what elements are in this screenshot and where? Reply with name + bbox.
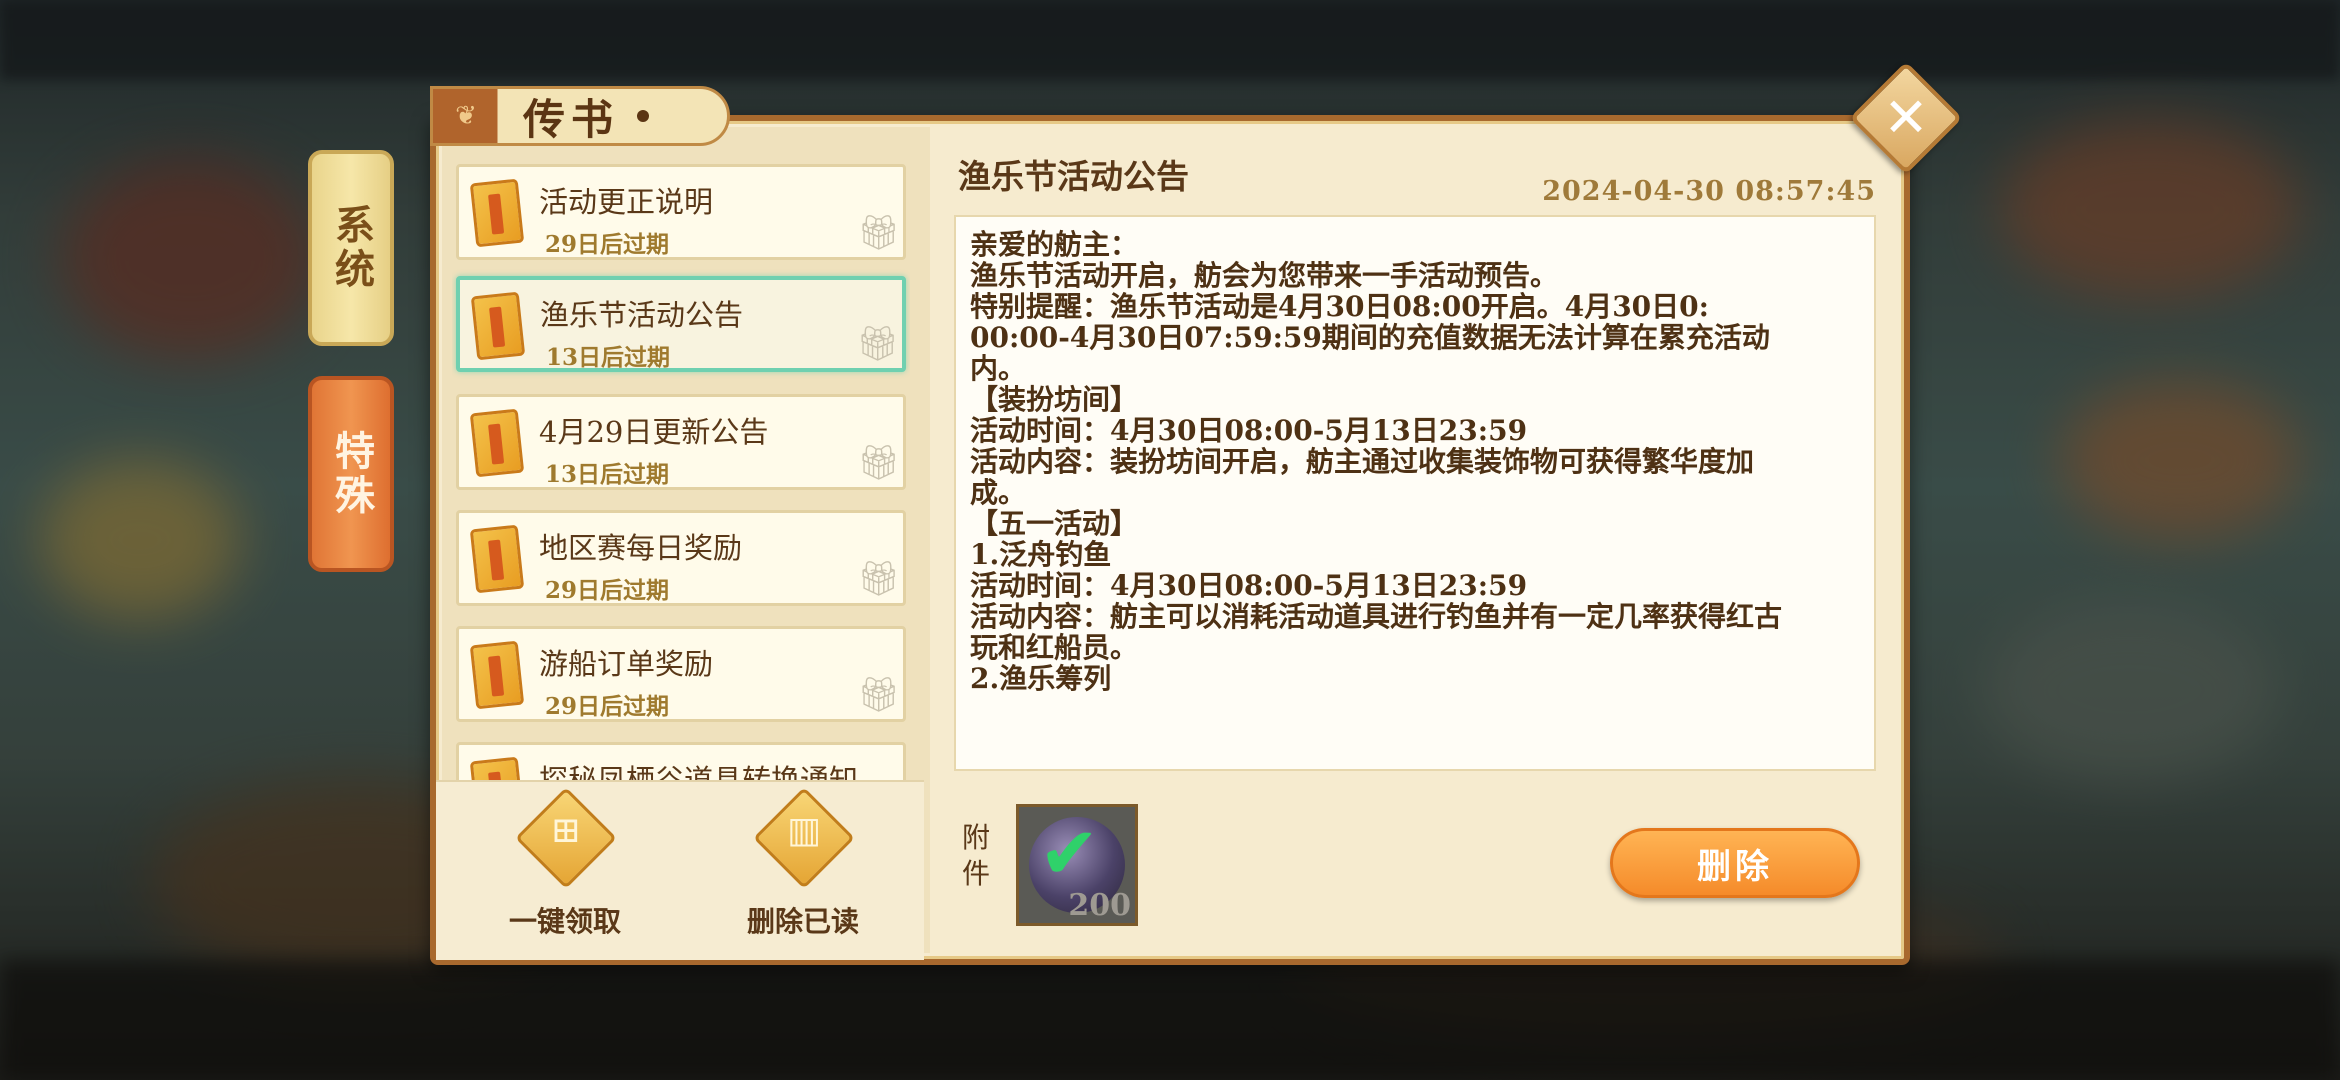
- gift-icon: 🎁︎: [857, 675, 901, 715]
- content-line: 成。: [970, 476, 1027, 509]
- gift-icon: 🎁︎: [857, 443, 901, 483]
- scroll-icon: [470, 291, 526, 361]
- delete-read-button[interactable]: ▥ 删除已读: [718, 787, 888, 942]
- mail-detail-date: 2024-04-30 08:57:45: [1542, 176, 1876, 207]
- content-line: 【五一活动】: [970, 507, 1139, 540]
- check-icon: ✔: [1039, 811, 1100, 895]
- attachment-quantity: 200: [1068, 888, 1131, 923]
- mail-expire: 29日后过期: [545, 577, 670, 604]
- scroll-icon: [469, 408, 525, 478]
- mail-item-5[interactable]: 探秘凤栖谷道具转换通知: [456, 742, 906, 780]
- mail-expire: 29日后过期: [545, 231, 670, 258]
- mail-item-2[interactable]: 4月29日更新公告 13日后过期 🎁︎: [456, 394, 906, 490]
- content-line: 活动内容：装扮坊间开启，舫主通过收集装饰物可获得繁华度加: [970, 445, 1755, 478]
- mail-title: 游船订单奖励: [539, 647, 714, 681]
- scroll-icon: [469, 756, 525, 780]
- mail-list[interactable]: 活动更正说明 29日后过期 🎁︎ 渔乐节活动公告 13日后过期 🎁︎ 4月29日…: [452, 160, 910, 780]
- content-line: 内。: [970, 352, 1027, 385]
- scroll-icon: [469, 640, 525, 710]
- content-line: 特别提醒：渔乐节活动是4月30日08:00开启。4月30日0:: [970, 290, 1709, 323]
- tab-system-label: 系统: [328, 204, 375, 292]
- mail-item-1[interactable]: 渔乐节活动公告 13日后过期 🎁︎: [456, 276, 906, 372]
- tab-special[interactable]: 特殊: [308, 376, 394, 572]
- claim-all-label: 一键领取: [508, 905, 621, 938]
- content-line: 亲爱的舫主：: [970, 228, 1139, 261]
- scroll-icon: [469, 178, 525, 248]
- mail-item-3[interactable]: 地区赛每日奖励 29日后过期 🎁︎: [456, 510, 906, 606]
- scroll-icon: [469, 524, 525, 594]
- close-icon[interactable]: ✕: [1866, 80, 1946, 156]
- tab-system[interactable]: 系统: [308, 150, 394, 346]
- mail-expire: 29日后过期: [545, 693, 670, 720]
- gift-icon: 🎁︎: [856, 324, 900, 364]
- content-line: 活动时间：4月30日08:00-5月13日23:59: [970, 569, 1528, 602]
- maple-leaf-icon: ❦: [455, 101, 477, 131]
- mail-detail-title: 渔乐节活动公告: [958, 157, 1189, 196]
- attachment-item[interactable]: ✔ 200: [1016, 804, 1138, 926]
- mail-title: 地区赛每日奖励: [539, 531, 743, 565]
- banner-dot: [637, 110, 650, 122]
- attachment-label: 附件: [962, 821, 991, 890]
- content-line: 渔乐节活动开启，舫会为您带来一手活动预告。: [970, 259, 1559, 292]
- content-line: 活动内容：舫主可以消耗活动道具进行钓鱼并有一定几率获得红古: [970, 600, 1783, 633]
- mail-expire: 13日后过期: [545, 461, 670, 488]
- mail-title: 渔乐节活动公告: [540, 298, 744, 332]
- title-banner: ❦ 传书: [430, 86, 730, 146]
- content-line: 【装扮坊间】: [970, 383, 1139, 416]
- content-line: 2.渔乐筹列: [970, 662, 1112, 695]
- mail-content[interactable]: 亲爱的舫主： 渔乐节活动开启，舫会为您带来一手活动预告。 特别提醒：渔乐节活动是…: [954, 215, 1876, 771]
- delete-button-label: 删除: [1697, 846, 1773, 887]
- mail-expire: 13日后过期: [546, 344, 671, 371]
- page-title: 传书: [523, 94, 620, 144]
- claim-all-button[interactable]: ⊞ 一键领取: [480, 787, 650, 942]
- tab-special-label: 特殊: [328, 430, 375, 518]
- content-line: 活动时间：4月30日08:00-5月13日23:59: [970, 414, 1528, 447]
- mail-item-0[interactable]: 活动更正说明 29日后过期 🎁︎: [456, 164, 906, 260]
- delete-read-label: 删除已读: [746, 905, 859, 938]
- content-line: 玩和红船员。: [970, 631, 1139, 664]
- mail-title: 探秘凤栖谷道具转换通知: [539, 763, 859, 780]
- content-line: 00:00-4月30日07:59:59期间的充值数据无法计算在累充活动: [970, 321, 1770, 354]
- mail-item-4[interactable]: 游船订单奖励 29日后过期 🎁︎: [456, 626, 906, 722]
- gift-icon: 🎁︎: [857, 559, 901, 599]
- delete-button[interactable]: 删除: [1610, 828, 1860, 898]
- content-line: 1.泛舟钓鱼: [970, 538, 1112, 571]
- mail-title: 活动更正说明: [539, 185, 714, 219]
- mail-title: 4月29日更新公告: [539, 415, 769, 449]
- list-actions: ⊞ 一键领取 ▥ 删除已读: [436, 780, 924, 960]
- gift-icon: 🎁︎: [857, 213, 901, 253]
